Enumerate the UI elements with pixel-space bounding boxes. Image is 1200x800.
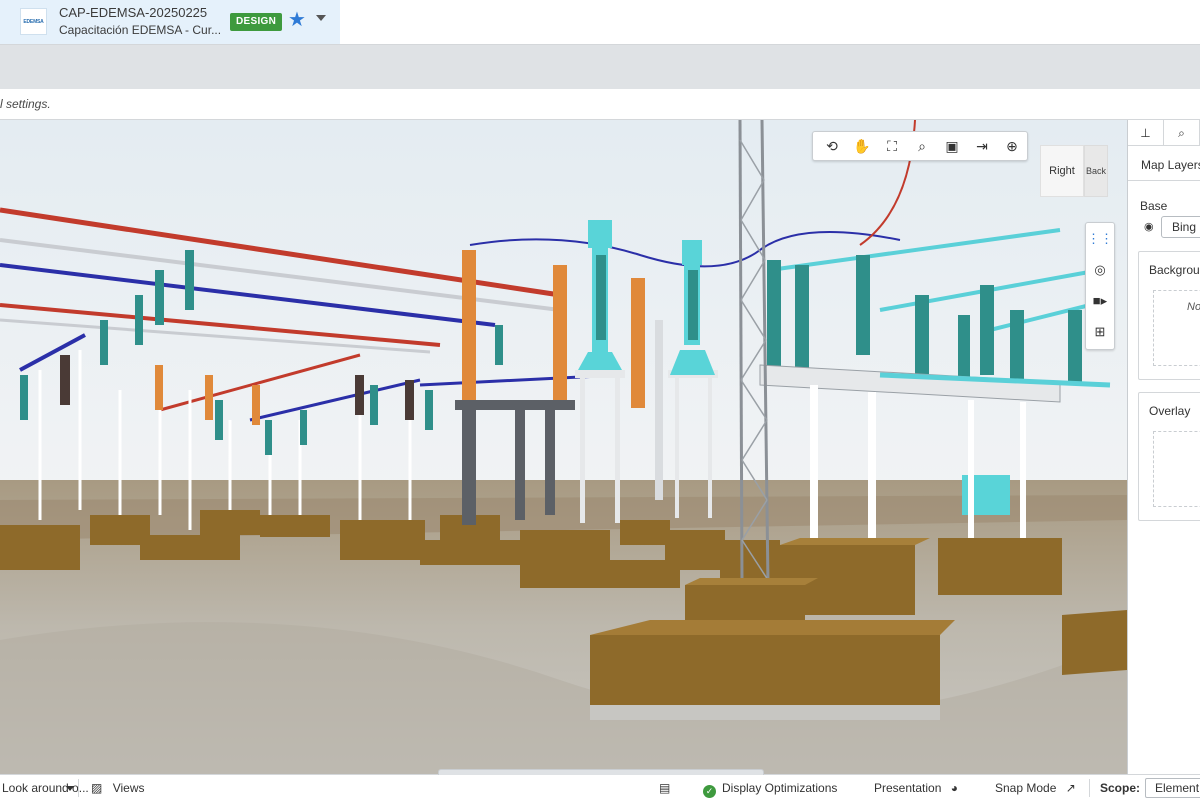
background-label: Background <box>1149 263 1200 277</box>
message-text: l settings. <box>0 97 51 111</box>
project-name: CAP-EDEMSA-20250225 <box>59 5 208 20</box>
view-cube-back-face[interactable]: Back <box>1084 145 1108 197</box>
overlay-label: Overlay <box>1149 404 1191 418</box>
design-badge: DESIGN <box>230 13 283 31</box>
image-icon: ▨ <box>91 781 103 795</box>
presentation-button[interactable]: Presentation ◕ <box>874 781 958 795</box>
display-optimizations-button[interactable]: ✓ Display Optimizations <box>703 781 837 798</box>
map-layers-panel: ⊥ ⌕ Map Layers Base ◉ Bing Background No… <box>1127 120 1200 774</box>
view-navigation-toolbar: ⟲ ✋ ⛶ ⌕ ▣ ⇥ ⊕ <box>812 131 1028 161</box>
app-header: EDEMSA CAP-EDEMSA-20250225 Capacitación … <box>0 0 1200 45</box>
look-around-icon[interactable]: ◎ <box>1086 254 1114 285</box>
scope-label: Scope: <box>1100 781 1141 795</box>
background-drop-area: No <box>1153 290 1200 366</box>
substation-scene <box>0 120 1127 774</box>
project-subtitle: Capacitación EDEMSA - Cur... <box>59 23 222 37</box>
panel-tabs: ⊥ ⌕ <box>1128 120 1200 146</box>
base-label: Base <box>1140 199 1168 213</box>
background-empty-text: No <box>1187 301 1200 313</box>
briefcase-icon[interactable]: ▤ <box>659 781 670 795</box>
message-bar: l settings. <box>0 89 1200 120</box>
background-layers-group: Background No <box>1138 251 1200 380</box>
snap-mode-button[interactable]: Snap Mode ↗ <box>995 781 1076 795</box>
panel-title: Map Layers <box>1141 158 1200 172</box>
views-button[interactable]: ▨ Views <box>91 781 144 795</box>
overlay-drop-area <box>1153 431 1200 507</box>
divider <box>78 779 79 797</box>
view-cube-right-face[interactable]: Right <box>1040 145 1084 197</box>
project-logo: EDEMSA <box>20 8 47 35</box>
search-icon[interactable]: ⌕ <box>1164 120 1200 146</box>
glasses-icon: ◕ <box>950 781 958 795</box>
overlay-layers-group: Overlay <box>1138 392 1200 521</box>
check-circle-icon: ✓ <box>703 785 716 798</box>
pan-hand-icon[interactable]: ✋ <box>847 133 877 159</box>
view-cube[interactable]: Right Back <box>1040 145 1110 197</box>
zoom-window-icon[interactable]: ⌕ <box>907 133 937 159</box>
walk-icon[interactable]: ⋮⋮ <box>1086 223 1114 254</box>
panel-divider <box>1128 180 1200 181</box>
orbit-icon[interactable]: ⟲ <box>817 133 847 159</box>
snap-icon: ↗ <box>1065 781 1076 795</box>
divider <box>1089 779 1090 797</box>
base-map-select[interactable]: Bing <box>1161 216 1200 238</box>
measure-icon[interactable]: ⊞ <box>1086 316 1114 347</box>
ribbon-toolbar <box>0 45 1200 89</box>
tree-icon[interactable]: ⊥ <box>1128 120 1164 146</box>
camera-icon[interactable]: ■▸ <box>1086 285 1114 316</box>
star-icon[interactable]: ★ <box>288 9 306 31</box>
toggle-camera-icon[interactable]: ▣ <box>937 133 967 159</box>
eye-icon[interactable]: ◉ <box>1144 220 1154 233</box>
3d-viewport[interactable] <box>0 120 1127 774</box>
globe-icon[interactable]: ⊕ <box>997 133 1027 159</box>
fit-view-icon[interactable]: ⛶ <box>877 133 907 159</box>
scope-select[interactable]: Element <box>1145 778 1200 798</box>
window-area-icon[interactable]: ⇥ <box>967 133 997 159</box>
chevron-down-icon[interactable] <box>66 786 74 791</box>
active-tool-label[interactable]: Look around o... <box>2 781 89 795</box>
viewport-scroll-handle[interactable] <box>438 769 764 775</box>
chevron-down-icon[interactable] <box>316 15 326 21</box>
project-card[interactable]: EDEMSA CAP-EDEMSA-20250225 Capacitación … <box>0 0 340 44</box>
status-bar: Look around o... ▨ Views ▤ ✓ Display Opti… <box>0 769 1200 800</box>
camera-tools: ⋮⋮ ◎ ■▸ ⊞ <box>1085 222 1115 350</box>
